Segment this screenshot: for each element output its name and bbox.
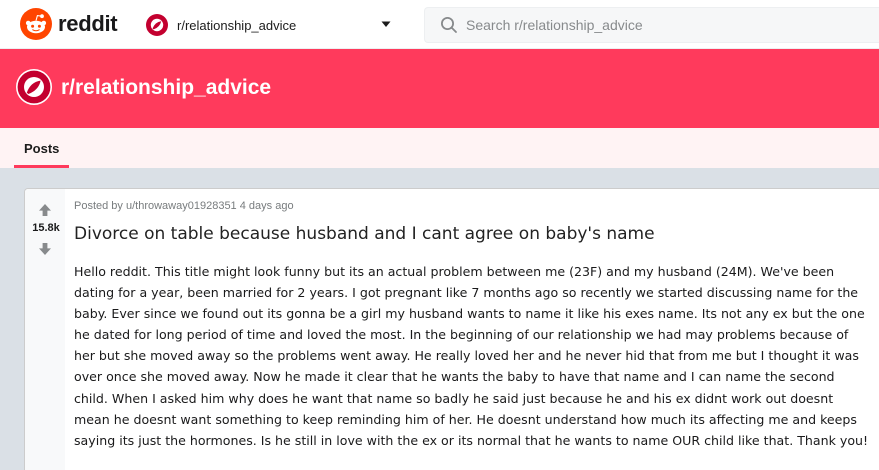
search-input[interactable] (466, 17, 846, 33)
reddit-wordmark: reddit (58, 11, 118, 36)
subreddit-banner: r/relationship_advice (0, 49, 879, 128)
subreddit-tabs: Posts (0, 128, 879, 168)
upvote-arrow-icon[interactable] (37, 202, 53, 218)
reddit-home-link[interactable]: reddit (20, 8, 118, 40)
post-card: 15.8k Posted by u/throwaway01928351 4 da… (24, 188, 879, 470)
vote-column: 15.8k (25, 189, 65, 470)
posted-by-label: Posted by (74, 200, 126, 212)
downvote-arrow-icon[interactable] (37, 241, 53, 257)
subreddit-icon (146, 14, 168, 36)
subreddit-icon (16, 69, 52, 105)
post-meta: Posted by u/throwaway01928351 4 days ago (74, 200, 294, 212)
post-body: Hello reddit. This title might look funn… (74, 264, 869, 448)
community-dropdown[interactable]: r/relationship_advice (146, 10, 400, 40)
author-link[interactable]: u/throwaway01928351 (126, 200, 237, 212)
search-bar (424, 7, 879, 43)
post-age: 4 days ago (239, 200, 294, 212)
community-name: r/relationship_advice (177, 17, 297, 33)
reddit-snoo-icon (20, 8, 52, 40)
subreddit-title: r/relationship_advice (61, 76, 272, 99)
search-icon (441, 17, 457, 33)
tab-posts[interactable]: Posts (14, 128, 70, 168)
caret-down-icon (381, 21, 391, 27)
post-title[interactable]: Divorce on table because husband and I c… (74, 223, 864, 245)
vote-score: 15.8k (32, 222, 60, 234)
top-header: reddit r/relationship_advice (0, 0, 879, 49)
